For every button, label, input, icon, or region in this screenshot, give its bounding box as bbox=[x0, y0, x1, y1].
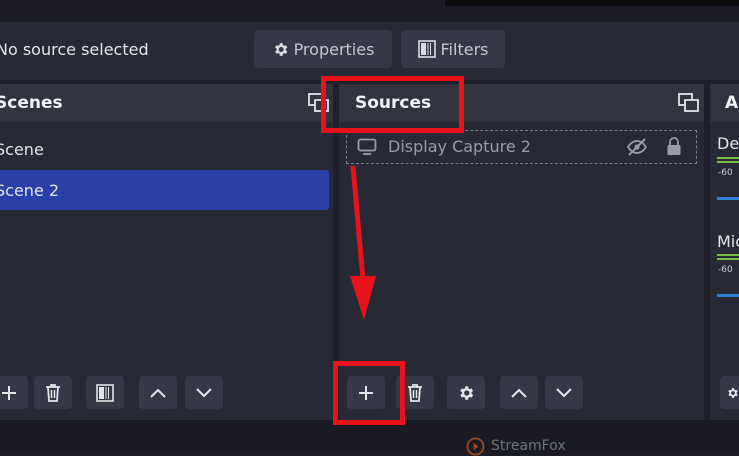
volume-slider[interactable] bbox=[717, 197, 739, 200]
scene-item[interactable]: Scene bbox=[0, 140, 44, 159]
meter-bar bbox=[717, 157, 739, 159]
chevron-up-icon bbox=[511, 388, 527, 398]
eye-slash-icon[interactable] bbox=[626, 138, 648, 156]
source-move-down-button[interactable] bbox=[545, 376, 583, 409]
trash-icon bbox=[46, 383, 60, 402]
lock-icon[interactable] bbox=[666, 136, 682, 156]
streamfox-watermark: StreamFox bbox=[466, 436, 566, 456]
plus-icon bbox=[2, 385, 16, 400]
scenes-title: Scenes bbox=[0, 93, 63, 113]
filters-label: Filters bbox=[440, 39, 489, 59]
gear-icon bbox=[274, 42, 287, 56]
watermark-text: StreamFox bbox=[491, 438, 566, 454]
scenes-panel: Scenes Scene Scene 2 bbox=[0, 84, 333, 420]
annotation-arrow bbox=[350, 165, 376, 320]
meter-bar bbox=[717, 258, 739, 260]
scene-item-label: Scene 2 bbox=[0, 181, 60, 200]
properties-label: Properties bbox=[293, 39, 375, 59]
meter-bar bbox=[717, 161, 739, 163]
meter-scale-label: -60 bbox=[718, 265, 733, 275]
scene-move-up-button[interactable] bbox=[139, 376, 177, 409]
gear-icon bbox=[728, 387, 738, 398]
meter-bar bbox=[717, 254, 739, 256]
monitor-icon bbox=[357, 138, 377, 155]
audio-settings-button[interactable] bbox=[720, 376, 739, 409]
preview-edge bbox=[445, 0, 739, 6]
filters-button[interactable]: Filters bbox=[401, 30, 505, 68]
audio-mixer-title: A bbox=[725, 93, 739, 113]
top-bar bbox=[0, 0, 739, 22]
audio-mixer-header: A bbox=[710, 84, 739, 122]
scene-move-down-button[interactable] bbox=[185, 376, 223, 409]
chevron-up-icon bbox=[150, 388, 166, 398]
chevron-down-icon bbox=[196, 387, 212, 397]
scene-item-selected[interactable]: Scene 2 bbox=[0, 170, 329, 210]
filter-icon bbox=[96, 383, 114, 402]
filter-icon bbox=[417, 40, 436, 58]
scenes-header: Scenes bbox=[0, 84, 333, 122]
chevron-down-icon bbox=[556, 387, 572, 397]
gear-icon bbox=[460, 385, 474, 400]
no-source-label: No source selected bbox=[0, 40, 149, 59]
audio-channel-name: Mic bbox=[717, 232, 739, 251]
meter-scale-label: -60 bbox=[718, 168, 733, 178]
status-bar bbox=[0, 420, 739, 455]
streamfox-logo-icon bbox=[466, 436, 485, 456]
source-properties-button[interactable] bbox=[447, 376, 485, 409]
source-move-up-button[interactable] bbox=[500, 376, 538, 409]
volume-meter bbox=[717, 254, 739, 261]
source-item-label: Display Capture 2 bbox=[388, 137, 531, 156]
remove-scene-button[interactable] bbox=[34, 376, 72, 409]
scene-filters-button[interactable] bbox=[86, 376, 124, 409]
volume-slider[interactable] bbox=[717, 294, 739, 297]
trash-icon bbox=[408, 383, 422, 402]
properties-button[interactable]: Properties bbox=[254, 30, 392, 68]
source-item[interactable]: Display Capture 2 bbox=[346, 130, 697, 164]
audio-channel-name: De bbox=[717, 134, 739, 153]
add-scene-button[interactable] bbox=[0, 376, 28, 409]
sources-title-highlight bbox=[321, 76, 464, 133]
volume-meter bbox=[717, 157, 739, 164]
audio-mixer-panel: A De -60 Mic -60 bbox=[710, 84, 739, 420]
dock-icon[interactable] bbox=[678, 93, 700, 113]
add-source-highlight bbox=[333, 361, 405, 425]
